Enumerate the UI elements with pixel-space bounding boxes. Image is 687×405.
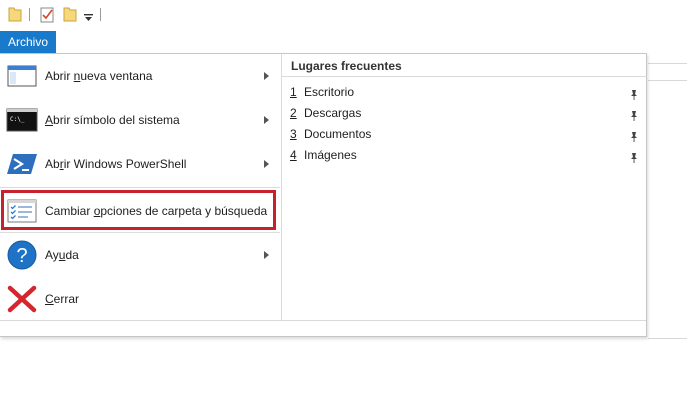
powershell-icon — [6, 148, 38, 180]
svg-text:C:\_: C:\_ — [10, 116, 25, 123]
frequent-place-item[interactable]: 2 Descargas — [290, 103, 640, 124]
frequent-place-item[interactable]: 4 Imágenes — [290, 145, 640, 166]
frequent-places-divider — [282, 76, 647, 77]
submenu-arrow-icon — [264, 116, 269, 124]
menu-item-label: Abrir símbolo del sistema — [45, 113, 180, 127]
menu-divider — [0, 187, 280, 188]
submenu-arrow-icon — [264, 160, 269, 168]
properties-icon[interactable] — [40, 6, 55, 28]
toolbar-separator — [100, 8, 101, 21]
frequent-places-title: Lugares frecuentes — [291, 59, 402, 73]
pin-icon[interactable] — [629, 149, 639, 170]
highlight-annotation-box — [1, 190, 276, 230]
menu-item-close[interactable]: Cerrar — [0, 277, 280, 321]
menu-item-open-command-prompt[interactable]: C:\_ Abrir símbolo del sistema — [0, 98, 280, 142]
frequent-places-panel: Lugares frecuentes 1 Escritorio 2 Descar… — [281, 54, 647, 320]
quick-access-toolbar — [0, 0, 687, 30]
help-icon: ? — [6, 239, 38, 271]
background-status-line — [648, 338, 687, 339]
menu-item-label: Abrir nueva ventana — [45, 69, 153, 83]
new-folder-icon[interactable] — [63, 6, 77, 27]
menu-item-open-new-window[interactable]: Abrir nueva ventana — [0, 54, 280, 98]
new-window-icon — [6, 60, 38, 92]
svg-text:?: ? — [16, 245, 27, 267]
customize-dropdown-icon[interactable] — [84, 9, 93, 27]
menu-item-label: Cerrar — [45, 292, 80, 306]
background-ribbon-line — [648, 63, 687, 64]
menu-item-label: Ayuda — [45, 248, 79, 262]
file-menu: Abrir nueva ventana C:\_ Abrir símbolo d… — [0, 53, 647, 337]
submenu-arrow-icon — [264, 72, 269, 80]
background-address-line — [648, 80, 687, 81]
close-icon — [6, 283, 38, 315]
frequent-place-item[interactable]: 1 Escritorio — [290, 82, 640, 103]
menu-item-label: Abrir Windows PowerShell — [45, 157, 187, 171]
tab-archivo[interactable]: Archivo — [0, 31, 56, 53]
command-prompt-icon: C:\_ — [6, 104, 38, 136]
toolbar-separator — [29, 8, 30, 21]
submenu-arrow-icon — [264, 251, 269, 259]
file-menu-commands: Abrir nueva ventana C:\_ Abrir símbolo d… — [0, 54, 280, 320]
folder-icon[interactable] — [8, 6, 22, 27]
frequent-place-item[interactable]: 3 Documentos — [290, 124, 640, 145]
menu-item-open-powershell[interactable]: Abrir Windows PowerShell — [0, 142, 280, 186]
menu-item-help[interactable]: ? Ayuda — [0, 233, 280, 277]
file-menu-footer-line — [0, 320, 646, 321]
